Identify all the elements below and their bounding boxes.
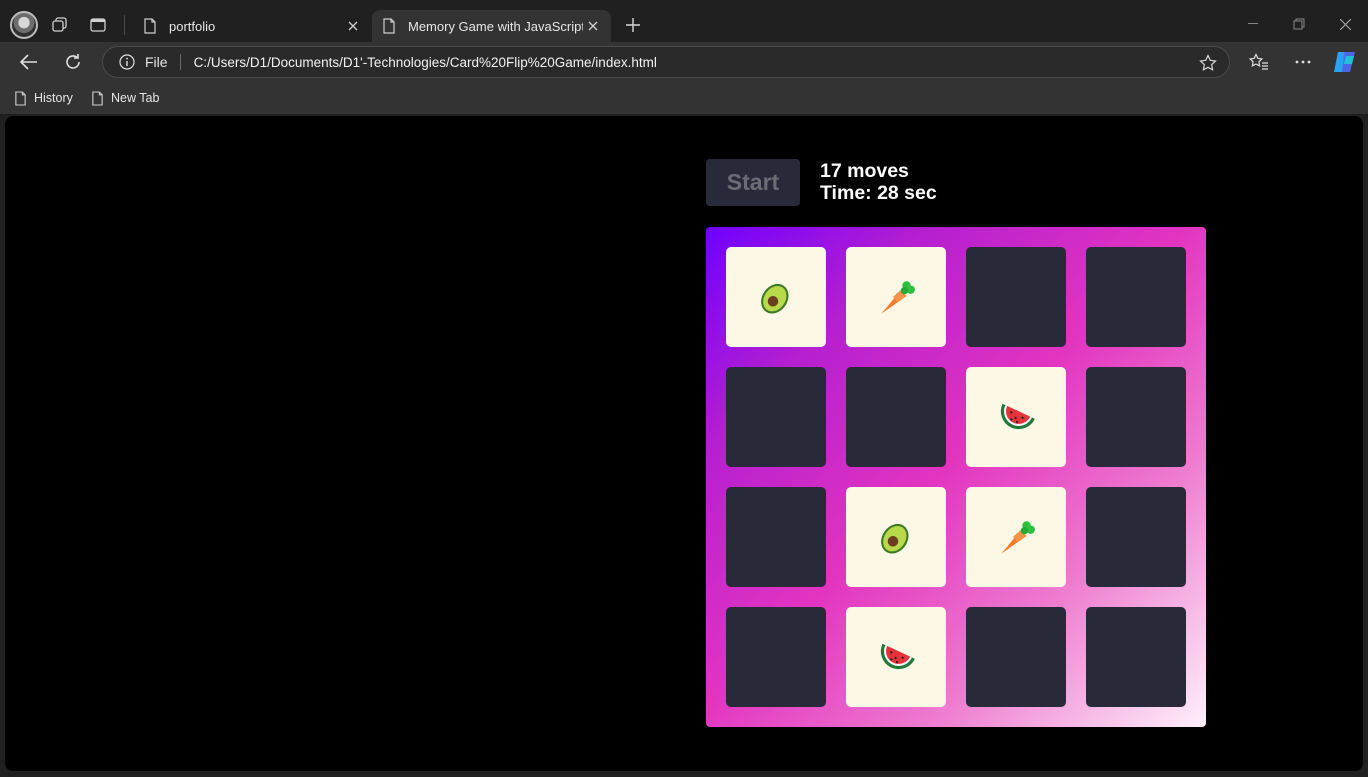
start-button[interactable]: Start <box>706 159 800 206</box>
copilot-icon[interactable] <box>1328 46 1360 78</box>
favorites-icon[interactable] <box>1243 46 1275 78</box>
scheme-label: File <box>145 54 168 70</box>
card-flipped[interactable] <box>966 367 1066 467</box>
back-icon[interactable] <box>13 46 45 78</box>
card-flipped[interactable] <box>846 607 946 707</box>
page-icon <box>92 90 103 106</box>
more-menu-icon[interactable] <box>1287 46 1319 78</box>
info-icon[interactable] <box>119 54 135 70</box>
plus-icon <box>626 18 640 32</box>
page-icon <box>383 18 395 34</box>
browser-toolbar: File C:/Users/D1/Documents/D1'-Technolog… <box>0 42 1368 82</box>
card-hidden[interactable] <box>726 487 826 587</box>
game-stats: 17 moves Time: 28 sec <box>820 160 937 204</box>
card-flipped[interactable] <box>726 247 826 347</box>
bookmark-history[interactable]: History <box>14 88 73 108</box>
moves-counter: 17 moves <box>820 160 909 182</box>
favorite-star-icon[interactable] <box>1199 54 1217 72</box>
tab-actions-icon[interactable] <box>82 10 114 40</box>
minimize-button[interactable] <box>1230 8 1276 40</box>
card-hidden[interactable] <box>966 247 1066 347</box>
page-viewport: Start 17 moves Time: 28 sec <box>5 116 1363 771</box>
card-hidden[interactable] <box>966 607 1066 707</box>
watermelon-icon <box>880 643 915 670</box>
tab-memory-game[interactable]: Memory Game with JavaScript <box>372 10 611 42</box>
card-hidden[interactable] <box>726 607 826 707</box>
bookmark-label: History <box>34 91 73 105</box>
new-tab-button[interactable] <box>620 12 646 38</box>
page-icon <box>15 90 26 106</box>
carrot-icon <box>880 281 915 315</box>
tab-title: portfolio <box>169 18 216 34</box>
close-tab-icon[interactable] <box>583 16 603 36</box>
address-separator <box>179 54 181 70</box>
refresh-icon[interactable] <box>57 46 89 78</box>
avocado-icon <box>881 523 909 554</box>
close-tab-icon[interactable] <box>343 16 363 36</box>
game-board <box>706 227 1206 727</box>
tab-portfolio[interactable]: portfolio <box>133 10 371 42</box>
card-hidden[interactable] <box>1086 487 1186 587</box>
watermelon-icon <box>1000 403 1035 430</box>
tab-strip: portfolio Memory Game with JavaScript <box>0 8 1368 42</box>
carrot-icon <box>1000 521 1035 555</box>
profile-avatar[interactable] <box>10 11 38 39</box>
url-text[interactable]: C:/Users/D1/Documents/D1'-Technologies/C… <box>194 55 657 70</box>
restore-button[interactable] <box>1276 8 1322 40</box>
timer: Time: 28 sec <box>820 182 937 204</box>
bookmark-label: New Tab <box>111 91 160 105</box>
card-hidden[interactable] <box>1086 247 1186 347</box>
card-hidden[interactable] <box>1086 607 1186 707</box>
close-window-button[interactable] <box>1322 8 1368 40</box>
workspaces-icon[interactable] <box>44 10 76 40</box>
card-flipped[interactable] <box>966 487 1066 587</box>
tab-title: Memory Game with JavaScript <box>408 18 583 34</box>
address-bar[interactable]: File C:/Users/D1/Documents/D1'-Technolog… <box>102 46 1230 78</box>
avocado-icon <box>761 283 789 314</box>
browser-window: portfolio Memory Game with JavaScript Fi… <box>0 0 1368 777</box>
card-hidden[interactable] <box>726 367 826 467</box>
card-hidden[interactable] <box>1086 367 1186 467</box>
card-flipped[interactable] <box>846 487 946 587</box>
card-flipped[interactable] <box>846 247 946 347</box>
bookmark-new-tab[interactable]: New Tab <box>91 88 159 108</box>
tab-strip-separator <box>124 15 125 35</box>
card-hidden[interactable] <box>846 367 946 467</box>
bookmarks-bar: History New Tab <box>0 82 1368 114</box>
page-icon <box>144 18 156 34</box>
